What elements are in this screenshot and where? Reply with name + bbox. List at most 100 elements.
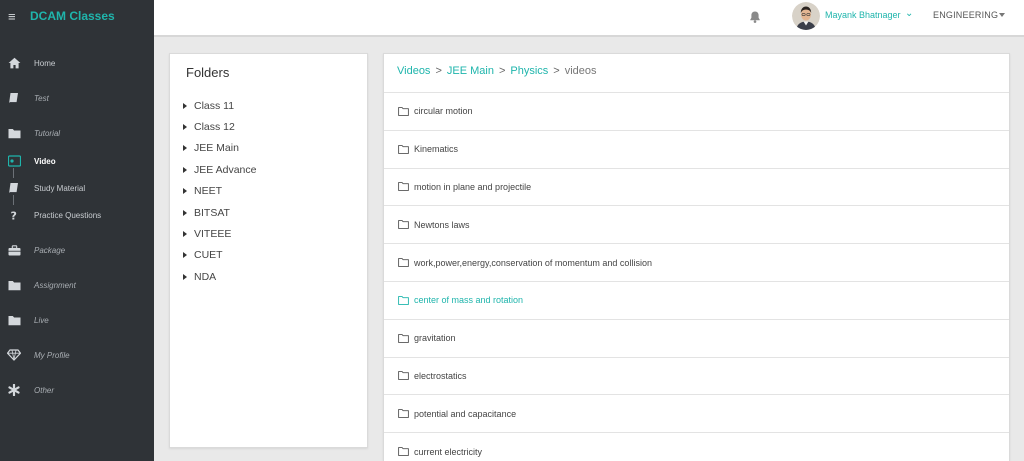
video-folder-label: potential and capacitance [414,408,517,419]
sidebar-item-label: Live [34,315,49,325]
folder-item-nda[interactable]: NDA [183,266,256,287]
folder-item-label: Class 11 [194,99,235,112]
caret-right-icon [183,252,187,259]
video-folder-list: circular motion Kinematics motion in plane… [384,92,1009,461]
folder-item-class-12[interactable]: Class 12 [183,116,256,137]
sidebar-item-home[interactable]: Home [0,51,154,75]
sidebar-item-label: Video [34,156,56,166]
folder-item-class-11[interactable]: Class 11 [183,95,256,116]
breadcrumb-item-videos[interactable]: Videos [397,65,430,77]
caret-right-icon [183,166,187,173]
sidebar-item-label: Tutorial [34,128,61,138]
list-item[interactable]: Newtons laws [384,205,1009,243]
list-item[interactable]: electrostatics [384,356,1009,395]
folder-outline-icon [398,220,409,230]
folder-item-viteee[interactable]: VITEEE [183,223,256,244]
breadcrumb-item-physics[interactable]: Physics [510,65,548,77]
sidebar-item-label: My Profile [34,350,70,360]
folder-item-label: CUET [194,249,223,262]
breadcrumb-item-videos: videos [564,65,597,77]
list-item[interactable]: potential and capacitance [384,394,1009,432]
caret-right-icon [183,145,187,152]
video-folder-label: Kinematics [414,144,459,155]
sidebar-item-label: Assignment [34,280,76,290]
list-item[interactable]: motion in plane and projectile [384,167,1009,206]
folder-outline-icon [398,258,409,267]
brand-bar: ≡ DCAM Classes [0,0,154,32]
folder-item-label: NEET [194,185,223,198]
sidebar-item-video[interactable]: Video [0,149,154,173]
video-folder-label: work,power,energy,conservation of moment… [414,257,652,268]
breadcrumb-item-jee-main[interactable]: JEE Main [447,65,494,77]
list-item[interactable]: center of mass and rotation [384,280,1009,319]
folder-outline-icon [398,107,409,116]
caret-right-icon [183,209,187,216]
list-item[interactable]: Kinematics [384,129,1009,168]
folder-item-cuet[interactable]: CUET [183,245,256,266]
sidebar-item-test[interactable]: Test [0,86,154,110]
folder-outline-icon [398,296,409,305]
folders-panel: Folders Class 11 Class 12 JEE Main JEE Adva… [169,53,368,448]
video-folder-label: motion in plane and projectile [414,181,532,192]
sidebar-item-label: Package [34,245,66,255]
sidebar-item-study-material[interactable]: Study Material [0,176,154,200]
sidebar-item-package[interactable]: Package [0,238,154,262]
sidebar-item-label: Test [34,93,49,103]
sidebar-item-assignment[interactable]: Assignment [0,273,154,297]
department-selector[interactable]: ENGINEERING [933,10,998,20]
briefcase-icon [7,243,21,257]
folder-item-jee-main[interactable]: JEE Main [183,138,256,159]
home-icon [7,56,21,70]
sidebar-item-label: Practice Questions [34,210,102,220]
breadcrumb-separator: > [498,65,506,77]
video-folder-label: Newtons laws [414,219,470,230]
sidebar-item-my-profile[interactable]: My Profile [0,343,154,367]
caret-right-icon [183,102,187,109]
folder-item-bitsat[interactable]: BITSAT [183,202,256,223]
sidebar-item-other[interactable]: Other [0,378,154,402]
asterisk-icon [7,383,21,397]
list-item[interactable]: circular motion [384,92,1009,130]
list-item[interactable]: work,power,energy,conservation of moment… [384,243,1009,281]
nav-tree-connector [13,168,14,178]
folder-icon [7,313,21,327]
folder-outline-icon [398,371,409,381]
chevron-down-icon[interactable]: ⌄ [905,8,913,19]
folder-icon [7,126,21,140]
sidebar-item-live[interactable]: Live [0,308,154,332]
caret-right-icon [183,124,187,131]
bell-icon[interactable] [748,10,762,24]
user-name[interactable]: Mayank Bhatnager [825,10,901,20]
folder-outline-icon [398,447,409,456]
folder-list: Class 11 Class 12 JEE Main JEE Advance NEET B… [183,95,256,288]
hamburger-icon[interactable]: ≡ [8,10,20,23]
book-icon [7,181,21,195]
folder-icon [7,278,21,292]
video-folder-label: center of mass and rotation [414,295,524,306]
folders-title: Folders [186,65,230,80]
list-item[interactable]: gravitation [384,318,1009,357]
book-icon [7,91,21,105]
diamond-icon [7,348,21,362]
list-item[interactable]: current electricity [384,432,1009,461]
video-folder-label: circular motion [414,106,473,117]
folder-item-jee-advance[interactable]: JEE Advance [183,159,256,180]
sidebar-item-label: Other [34,385,55,395]
folder-outline-icon [398,333,409,343]
sidebar-item-practice-questions[interactable]: ? Practice Questions [0,203,154,227]
breadcrumb: Videos > JEE Main > Physics > videos [397,65,597,77]
video-content-panel: Videos > JEE Main > Physics > videos circular … [383,53,1010,461]
folder-outline-icon [398,182,409,192]
brand-name[interactable]: DCAM Classes [30,9,115,23]
folder-outline-icon [398,144,409,154]
sidebar-item-label: Study Material [34,183,86,193]
sidebar-item-tutorial[interactable]: Tutorial [0,121,154,145]
video-folder-label: current electricity [414,446,483,457]
folder-item-neet[interactable]: NEET [183,181,256,202]
avatar[interactable] [792,2,820,30]
folder-item-label: JEE Main [194,142,239,155]
svg-text:?: ? [11,210,17,222]
breadcrumb-separator: > [553,65,560,77]
folder-item-label: JEE Advance [194,163,257,176]
caret-down-icon[interactable] [999,13,1005,17]
